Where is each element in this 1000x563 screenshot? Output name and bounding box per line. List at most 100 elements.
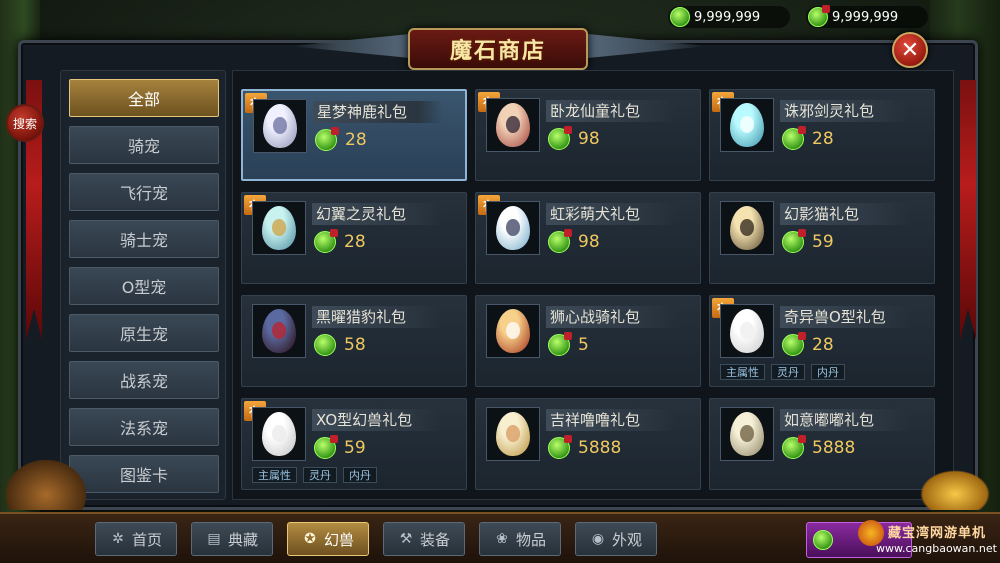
category-tab[interactable]: 原生宠 [69, 314, 219, 352]
category-tab[interactable]: 骑宠 [69, 126, 219, 164]
item-price: 59 [314, 435, 366, 459]
gold-amount: 9,999,999 [694, 9, 761, 25]
price-value: 5 [578, 335, 589, 355]
treasure-chest-decoration [6, 460, 86, 510]
price-value: 28 [345, 130, 367, 150]
item-card[interactable]: 有卧龙仙童礼包98 [475, 89, 701, 181]
attribute-badge: 灵丹 [771, 364, 805, 380]
nav-tab[interactable]: ▤ 典藏 [191, 522, 273, 556]
bound-gem-icon [548, 332, 572, 356]
item-price: 58 [314, 334, 366, 356]
nav-tab[interactable]: ❀ 物品 [479, 522, 561, 556]
item-card[interactable]: 如意嘟嘟礼包 5888 [709, 398, 935, 490]
search-label: 搜索 [12, 116, 37, 131]
nav-tab[interactable]: ✪ 幻兽 [287, 522, 369, 556]
gold-currency: 9,999,999 [668, 6, 790, 28]
item-icon-frame [252, 407, 306, 461]
price-value: 58 [344, 335, 366, 355]
category-menu: 全部骑宠飞行宠骑士宠 O型宠原生宠战系宠法系宠图鉴卡 [60, 70, 226, 500]
item-price: 5888 [548, 435, 622, 459]
pet-egg-icon [496, 412, 530, 456]
price-value: 5888 [578, 438, 622, 458]
item-card[interactable]: 幻影猫礼包 59 [709, 192, 935, 284]
item-attributes: 主属性 灵丹 内丹 [252, 467, 377, 483]
gem-icon [314, 334, 336, 356]
nav-tab-label: 首页 [131, 530, 162, 549]
item-card[interactable]: 有星梦神鹿礼包28 [241, 89, 467, 181]
bound-gem-icon [782, 435, 806, 459]
category-tab[interactable]: O型宠 [69, 267, 219, 305]
nav-tab-label: 物品 [515, 530, 546, 549]
category-tab[interactable]: 图鉴卡 [69, 455, 219, 493]
pet-egg-icon [496, 103, 530, 147]
item-card[interactable]: 吉祥噜噜礼包 5888 [475, 398, 701, 490]
bound-gem-icon [782, 229, 806, 253]
item-icon-frame [486, 304, 540, 358]
bound-gem-icon [808, 5, 830, 27]
recharge-button[interactable] [806, 522, 912, 558]
pet-egg-icon [263, 104, 297, 148]
pet-egg-icon [262, 309, 296, 353]
bound-gem-icon [782, 332, 806, 356]
item-price: 5888 [782, 435, 855, 459]
item-card[interactable]: 有虹彩萌犬礼包98 [475, 192, 701, 284]
price-value: 28 [812, 129, 834, 149]
item-icon-frame [720, 201, 774, 255]
search-button[interactable]: 搜索 [6, 104, 44, 142]
item-card[interactable]: 狮心战骑礼包 5 [475, 295, 701, 387]
item-price: 98 [548, 126, 600, 150]
price-value: 98 [578, 129, 600, 149]
item-icon-frame [486, 201, 540, 255]
bound-gem-icon [314, 435, 338, 459]
pinwheel-icon: ✲ [112, 531, 124, 547]
item-icon-frame [252, 304, 306, 358]
pet-egg-icon [262, 206, 296, 250]
bound-gem-icon [548, 229, 572, 253]
item-icon-frame [720, 407, 774, 461]
item-card[interactable]: 黑曜猎豹礼包 58 [241, 295, 467, 387]
attribute-badge: 灵丹 [303, 467, 337, 483]
item-card[interactable]: 有奇异兽O型礼包28主属性灵丹内丹 [709, 295, 935, 387]
item-icon-frame [486, 98, 540, 152]
scroll-icon: ▤ [207, 531, 221, 547]
close-button[interactable]: ✕ [892, 32, 928, 68]
item-card[interactable]: 有诛邪剑灵礼包28 [709, 89, 935, 181]
item-name: 幻翼之灵礼包 [312, 203, 442, 225]
category-tab[interactable]: 骑士宠 [69, 220, 219, 258]
category-tab[interactable]: 法系宠 [69, 408, 219, 446]
item-card[interactable]: 有XO型幻兽礼包59主属性灵丹内丹 [241, 398, 467, 490]
item-name: 诛邪剑灵礼包 [780, 100, 910, 122]
pet-egg-icon [496, 206, 530, 250]
nav-tab[interactable]: ◉ 外观 [575, 522, 657, 556]
beast-icon: ✪ [304, 531, 316, 547]
item-price: 5 [548, 332, 589, 356]
item-card[interactable]: 有幻翼之灵礼包28 [241, 192, 467, 284]
item-icon-frame [720, 304, 774, 358]
pet-egg-icon [730, 103, 764, 147]
item-icon-frame [486, 407, 540, 461]
category-tab[interactable]: 全部 [69, 79, 219, 117]
nav-tab[interactable]: ⚒ 装备 [383, 522, 465, 556]
bound-gem-icon [315, 127, 339, 151]
category-tab[interactable]: 飞行宠 [69, 173, 219, 211]
item-price: 59 [782, 229, 834, 253]
attribute-badge: 主属性 [720, 364, 765, 380]
bound-gem-icon [548, 435, 572, 459]
attribute-badge: 主属性 [252, 467, 297, 483]
item-icon-frame [253, 99, 307, 153]
nav-tab-label: 典藏 [227, 530, 258, 549]
price-value: 59 [344, 438, 366, 458]
item-attributes: 主属性 灵丹 内丹 [720, 364, 845, 380]
nav-tab[interactable]: ✲ 首页 [95, 522, 177, 556]
bound-gem-icon [548, 126, 572, 150]
item-name: 虹彩萌犬礼包 [546, 203, 676, 225]
attribute-badge: 内丹 [811, 364, 845, 380]
nav-tab-label: 外观 [611, 530, 642, 549]
item-price: 28 [782, 332, 834, 356]
gem-icon [670, 7, 690, 27]
nav-tab-label: 幻兽 [323, 530, 354, 549]
price-value: 28 [812, 335, 834, 355]
category-tab[interactable]: 战系宠 [69, 361, 219, 399]
bound-gem-icon [782, 126, 806, 150]
item-grid: 有星梦神鹿礼包28有卧龙仙童礼包98有诛邪剑灵礼包28有幻翼之灵礼包28有虹彩萌… [232, 70, 954, 500]
